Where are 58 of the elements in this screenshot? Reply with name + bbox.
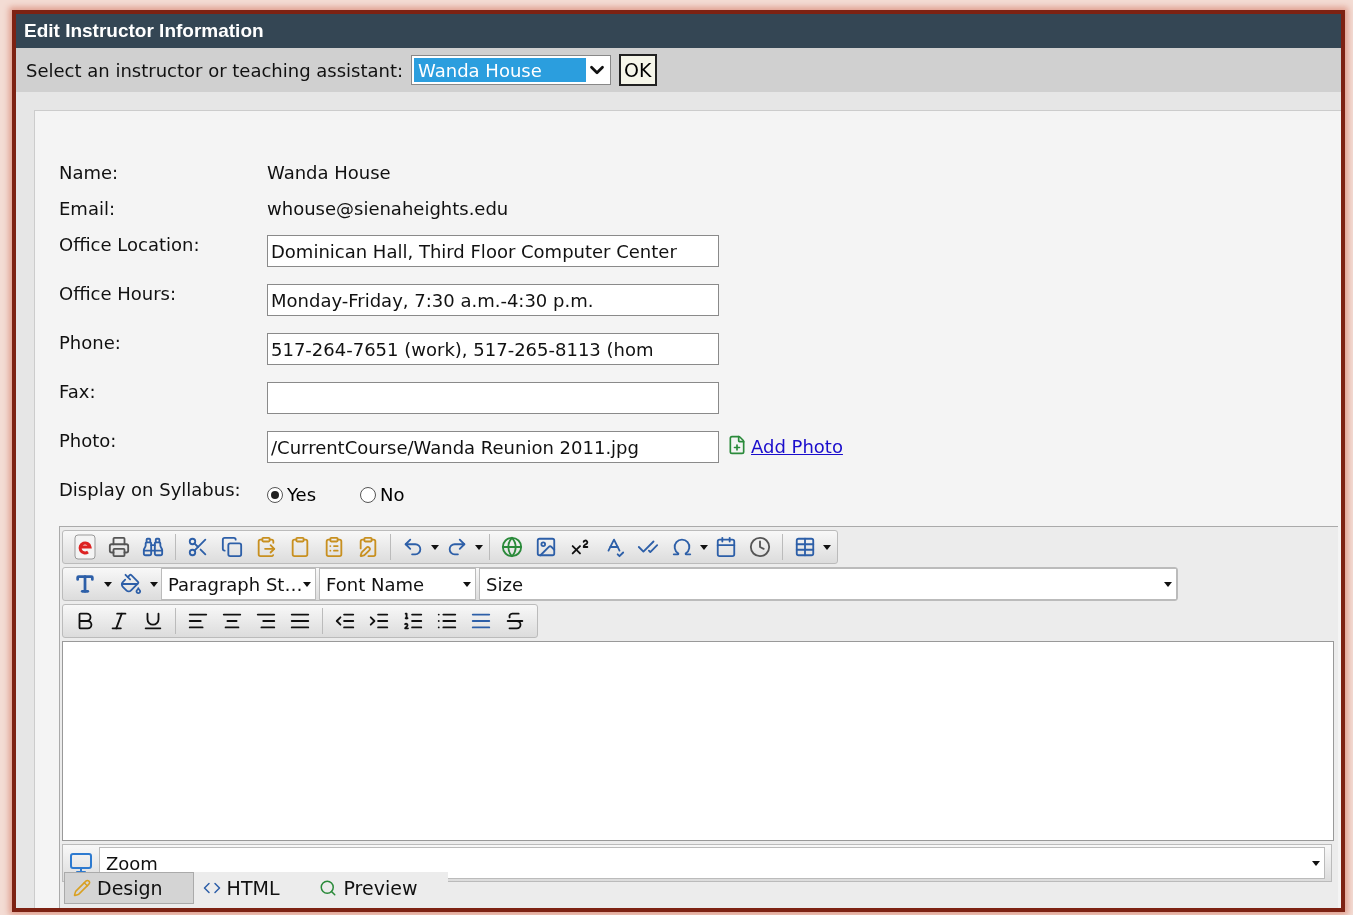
image-icon <box>535 536 557 558</box>
field-label: Phone: <box>59 331 122 355</box>
underline-icon <box>142 610 164 632</box>
field-label: Office Hours: <box>59 282 178 306</box>
clock-icon <box>749 536 771 558</box>
find-icon <box>142 536 164 558</box>
radio-label: No <box>380 484 405 505</box>
field-label: Display on Syllabus: <box>59 478 242 502</box>
input-field[interactable]: Dominican Hall, Third Floor Computer Center <box>267 235 719 267</box>
print-icon <box>108 536 130 558</box>
font-name-dropdown[interactable]: Font Name <box>319 568 476 600</box>
clipboard-icon <box>289 536 311 558</box>
undo-icon <box>402 536 424 558</box>
numbered-list-icon <box>402 610 424 632</box>
radio-button[interactable] <box>360 486 377 503</box>
selector-label: Select an instructor or teaching assistant: <box>26 59 404 81</box>
paste-icon <box>255 536 277 558</box>
paint-bucket-icon <box>120 573 142 595</box>
paste-list-icon <box>323 536 345 558</box>
field-value: whouse@sienaheights.edu <box>267 197 509 221</box>
cut-icon <box>187 536 209 558</box>
copy-icon <box>221 536 243 558</box>
radio-label: Yes <box>287 484 317 505</box>
input-field[interactable]: 517-264-7651 (work), 517-265-8113 (hom <box>267 333 719 365</box>
pencil-icon <box>73 879 91 897</box>
size-dropdown[interactable]: Size <box>479 568 1177 600</box>
field-label: Name: <box>59 161 120 185</box>
field-label: Fax: <box>59 380 97 404</box>
caret-icon <box>431 544 439 550</box>
caret-icon <box>475 544 483 550</box>
input-field[interactable]: Monday-Friday, 7:30 a.m.-4:30 p.m. <box>267 284 719 316</box>
caret-icon <box>104 581 112 587</box>
omega-icon <box>671 536 693 558</box>
strikethrough-icon <box>504 610 526 632</box>
editor-tab[interactable]: Design <box>64 872 194 904</box>
window-title: Edit Instructor Information <box>16 14 1341 48</box>
field-value: Wanda House <box>267 161 391 185</box>
zoom-dropdown[interactable]: Zoom <box>99 847 1325 879</box>
radio-button[interactable] <box>267 486 283 503</box>
caret-icon <box>700 544 708 550</box>
ok-button[interactable]: OK <box>619 54 657 86</box>
input-field[interactable] <box>267 382 719 414</box>
paragraph-style-dropdown[interactable]: Paragraph St… <box>161 568 316 600</box>
document-icon <box>74 534 96 560</box>
paste-word-icon <box>357 536 379 558</box>
table-icon <box>794 536 816 558</box>
caret-icon <box>823 544 831 550</box>
add-photo-link[interactable]: Add Photo <box>751 436 843 457</box>
input-field[interactable]: /CurrentCourse/Wanda Reunion 2011.jpg <box>267 431 719 463</box>
field-label: Email: <box>59 197 116 221</box>
field-label: Office Location: <box>59 233 201 257</box>
monitor-icon <box>69 851 93 875</box>
add-file-icon <box>727 435 747 455</box>
calendar-icon <box>715 536 737 558</box>
magnifier-icon <box>319 879 338 897</box>
field-label: Photo: <box>59 429 118 453</box>
redo-icon <box>446 536 468 558</box>
font-color-icon <box>74 573 96 595</box>
